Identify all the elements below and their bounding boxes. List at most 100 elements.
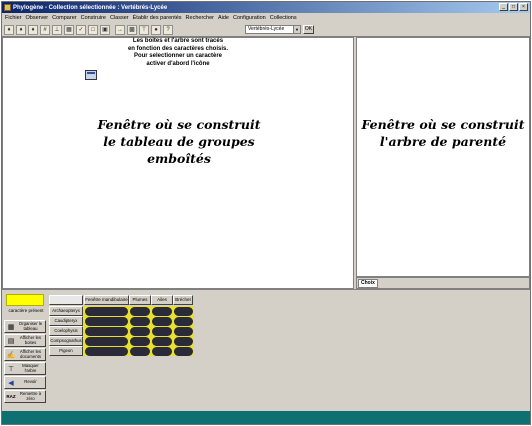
button-label: Organiser le tableau — [18, 320, 43, 331]
matrix-cell[interactable] — [130, 317, 150, 326]
tool-icon-3[interactable]: ♦ — [28, 24, 38, 35]
caption-line: le tableau de groupes — [103, 134, 255, 149]
tree-icon: ⊤ — [7, 365, 15, 373]
minimize-button[interactable]: _ — [499, 3, 508, 11]
matrix-cell[interactable] — [85, 337, 128, 346]
boxes-icon: ▤ — [7, 337, 15, 345]
tool-icon-2[interactable]: ♦ — [16, 24, 26, 35]
reset-button[interactable]: RAZ Remettre à zéro — [4, 390, 46, 403]
info-line: activer d'abord l'icône — [146, 60, 210, 67]
maximize-button[interactable]: □ — [509, 3, 518, 11]
menu-bar: Fichier Observer Comparer Construire Cla… — [2, 13, 530, 23]
matrix-cell[interactable] — [130, 327, 150, 336]
menu-collections[interactable]: Collections — [270, 15, 297, 21]
taxon-row-label[interactable]: Coelophysis — [49, 326, 83, 336]
character-color-swatch — [6, 294, 44, 306]
column-header[interactable]: Fenêtre mandibulaire — [84, 295, 129, 305]
caption-line: l'arbre de parenté — [379, 134, 507, 149]
menu-configuration[interactable]: Configuration — [233, 15, 266, 21]
character-present-label: caractère présent — [8, 308, 44, 313]
menu-classer[interactable]: Classer — [110, 15, 129, 21]
key-icon[interactable]: ● — [151, 24, 161, 35]
matrix-cell[interactable] — [130, 347, 150, 356]
matrix-cell[interactable] — [85, 317, 128, 326]
taxon-row-label[interactable]: Compsognathus — [49, 336, 83, 346]
matrix-cell[interactable] — [85, 327, 128, 336]
menu-comparer[interactable]: Comparer — [52, 15, 76, 21]
info-line: Les boites et l'arbre sont tracés — [132, 38, 224, 44]
close-button[interactable]: × — [519, 3, 528, 11]
matrix-cell[interactable] — [174, 317, 193, 326]
matrix-cell[interactable] — [174, 347, 193, 356]
taxon-row-label[interactable]: Pigeon — [49, 346, 83, 356]
matrix-cells — [84, 306, 194, 356]
column-header[interactable]: Ailes — [151, 295, 173, 305]
matrix-cell[interactable] — [174, 337, 193, 346]
grid-icon[interactable]: # — [40, 24, 50, 35]
tree-icon[interactable]: ⊥ — [52, 24, 62, 35]
taxon-row-label[interactable]: Caudipteryx — [49, 316, 83, 326]
collection-select[interactable]: Vertébrés-Lycée ▼ — [245, 25, 301, 34]
menu-construire[interactable]: Construire — [81, 15, 106, 21]
check-icon[interactable]: ✓ — [76, 24, 86, 35]
ok-button[interactable]: OK — [303, 25, 314, 34]
column-header[interactable]: Plumes — [129, 295, 151, 305]
button-label: Masquer l'arbre — [22, 362, 39, 373]
matrix-cell[interactable] — [152, 317, 172, 326]
bottom-panel: caractère présent ▦ Organiser le tableau… — [2, 289, 530, 411]
matrix-cell[interactable] — [130, 337, 150, 346]
caption-line: emboîtés — [147, 151, 211, 166]
tool-icon-1[interactable]: ♦ — [4, 24, 14, 35]
application-window: Phylogène - Collection sélectionnée : Ve… — [1, 1, 531, 425]
caption-line: Fenêtre où se construit — [361, 117, 525, 132]
show-documents-button[interactable]: ✍ Afficher les documents — [4, 348, 46, 361]
folder-icon[interactable]: □ — [88, 24, 98, 35]
arrow-icon[interactable]: → — [115, 24, 125, 35]
matrix-cell[interactable] — [152, 337, 172, 346]
tree-view-icon[interactable]: ⊤ — [139, 24, 149, 35]
tab-choix[interactable]: Choix — [358, 279, 378, 288]
menu-fichier[interactable]: Fichier — [5, 15, 22, 21]
show-boxes-button[interactable]: ▤ Afficher les boites — [4, 334, 46, 347]
matrix-cell[interactable] — [152, 347, 172, 356]
select-icon[interactable]: ▩ — [127, 24, 137, 35]
back-arrow-icon: ◀ — [8, 379, 14, 387]
raz-icon: RAZ — [6, 394, 16, 399]
menu-aide[interactable]: Aide — [218, 15, 229, 21]
caption-line: Fenêtre où se construit — [97, 117, 261, 132]
chevron-down-icon[interactable]: ▼ — [293, 26, 300, 33]
status-bar — [2, 411, 530, 424]
title-bar: Phylogène - Collection sélectionnée : Ve… — [2, 2, 530, 13]
hide-tree-button[interactable]: ⊤ Masquer l'arbre — [4, 362, 46, 375]
window-title: Phylogène - Collection sélectionnée : Ve… — [13, 4, 168, 11]
folder-open-icon[interactable]: ▣ — [100, 24, 110, 35]
select-character-icon[interactable] — [85, 70, 97, 80]
matrix-cell[interactable] — [85, 347, 128, 356]
matrix-cell[interactable] — [152, 307, 172, 316]
column-header[interactable]: Bréchet — [173, 295, 193, 305]
menu-rechercher[interactable]: Rechercher — [186, 15, 214, 21]
app-icon — [4, 4, 11, 11]
grid-icon: ▦ — [7, 323, 15, 331]
info-line: Pour selectionner un caractère — [133, 53, 223, 59]
button-label: Remettre à zéro — [19, 390, 42, 401]
matrix-cell[interactable] — [152, 327, 172, 336]
nested-groups-pane[interactable]: Les boites et l'arbre sont tracés en fon… — [2, 37, 354, 289]
menu-observer[interactable]: Observer — [26, 15, 49, 21]
matrix-cell[interactable] — [174, 327, 193, 336]
toolbar: ♦ ♦ ♦ # ⊥ ▦ ✓ □ ▣ → ▩ ⊤ ● ? Vertébrés-Ly… — [2, 23, 530, 37]
tree-pane[interactable]: Fenêtre où se construit l'arbre de paren… — [356, 37, 530, 277]
help-icon[interactable]: ? — [163, 24, 173, 35]
matrix-cell[interactable] — [174, 307, 193, 316]
taxon-row-label[interactable]: Archaeopteryx — [49, 306, 83, 316]
matrix-cell[interactable] — [85, 307, 128, 316]
review-button[interactable]: ◀ Revoir — [4, 376, 46, 389]
organize-table-button[interactable]: ▦ Organiser le tableau — [4, 320, 46, 333]
button-label: Afficher les boites — [19, 334, 42, 345]
matrix-corner — [49, 295, 83, 305]
info-line: en fonction des caractères choisis. — [127, 45, 229, 52]
menu-etablir-parentes[interactable]: Établir des parentés — [133, 15, 182, 21]
matrix-cell[interactable] — [130, 307, 150, 316]
tab-strip: Choix — [356, 277, 530, 289]
table-icon[interactable]: ▦ — [64, 24, 74, 35]
